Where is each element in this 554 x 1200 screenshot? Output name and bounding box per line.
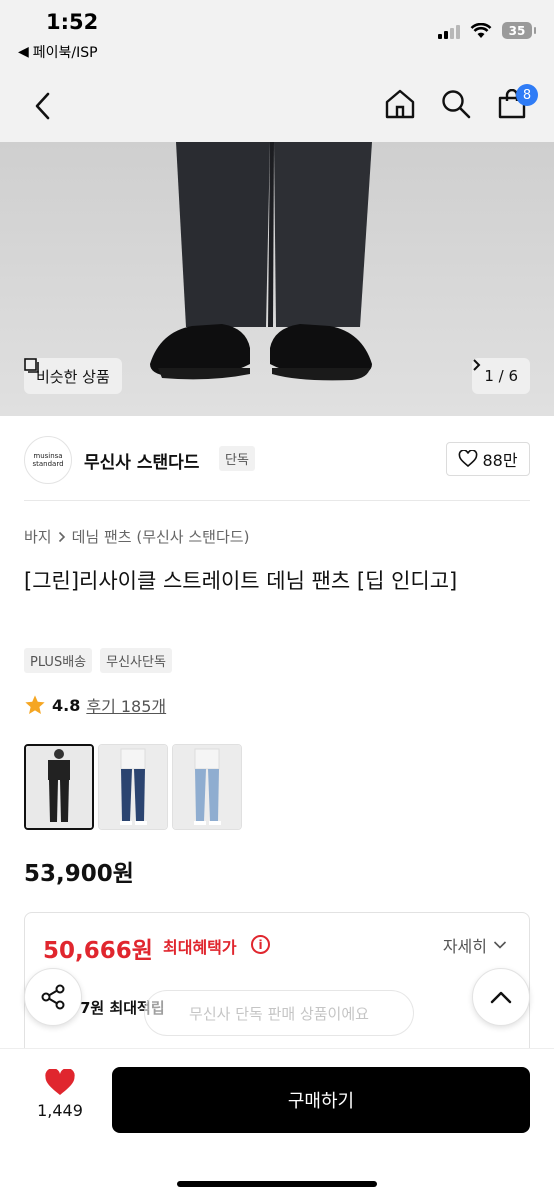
back-to-app-link[interactable]: ◀ 페이북/ISP <box>18 42 98 62</box>
wifi-icon <box>470 22 492 38</box>
chevron-right-icon <box>58 531 65 542</box>
search-button[interactable] <box>438 84 474 124</box>
color-option-light-blue[interactable] <box>172 744 242 830</box>
product-like-button[interactable]: 1,449 <box>24 1069 96 1120</box>
color-option-deep-indigo[interactable] <box>98 744 168 830</box>
chevron-right-icon <box>473 359 481 371</box>
brand-logo-line1: musinsa <box>33 451 63 460</box>
color-options <box>24 744 242 830</box>
max-benefit-price: 50,666원 <box>43 938 153 964</box>
back-icon <box>35 92 50 120</box>
image-page-indicator[interactable]: 1 / 6 <box>472 358 530 394</box>
back-button[interactable] <box>26 88 62 124</box>
max-benefit-label: 최대혜택가 <box>163 938 237 957</box>
rating-score: 4.8 <box>52 695 81 715</box>
color-option-black[interactable] <box>24 744 94 830</box>
breadcrumb-item-subcategory[interactable]: 데님 팬츠 (무신사 스탠다드) <box>72 526 250 547</box>
buy-button[interactable]: 구매하기 <box>112 1067 530 1133</box>
heart-outline-icon <box>459 450 478 468</box>
product-title: [그린]리사이클 스트레이트 데님 팬츠 [딥 인디고] <box>24 569 458 593</box>
top-navigation: 8 <box>0 70 554 142</box>
tag-plus-delivery: PLUS배송 <box>24 648 93 673</box>
product-tags: PLUS배송 무신사단독 <box>24 648 172 673</box>
share-button[interactable] <box>24 968 82 1026</box>
battery-level: 35 <box>508 23 526 38</box>
swatch-image <box>99 745 167 829</box>
swatch-image <box>26 746 92 828</box>
brand-name-link[interactable]: 무신사 스탠다드 <box>84 448 199 473</box>
similar-products-label: 비슷한 상품 <box>36 367 110 386</box>
brand-logo-line2: standard <box>32 460 64 468</box>
cart-button[interactable]: 8 <box>494 84 538 124</box>
product-price: 53,900원 <box>24 861 134 887</box>
similar-icon <box>24 358 39 373</box>
chevron-up-icon <box>490 991 512 1004</box>
divider <box>24 500 530 501</box>
rating-row: 4.8 후기 185개 <box>24 693 166 717</box>
page-indicator-text: 1 / 6 <box>484 367 518 385</box>
status-bar: 1:52 ◀ 페이북/ISP 35 <box>0 0 554 70</box>
swatch-image <box>173 745 241 829</box>
battery-icon: 35 <box>502 22 536 39</box>
brand-like-button[interactable]: 88만 <box>446 442 530 476</box>
home-indicator <box>177 1181 377 1187</box>
cart-count-badge: 8 <box>516 84 538 106</box>
home-icon <box>385 89 415 119</box>
brand-like-count: 88만 <box>482 451 518 470</box>
brand-exclusive-tag: 단독 <box>219 446 255 471</box>
info-icon[interactable]: i <box>251 935 270 954</box>
chevron-down-icon <box>493 941 507 949</box>
benefit-detail-label: 자세히 <box>442 937 487 956</box>
breadcrumb-item-category[interactable]: 바지 <box>24 526 52 547</box>
exclusive-toast: 무신사 단독 판매 상품이에요 <box>144 990 414 1036</box>
benefit-detail-button[interactable]: 자세히 <box>443 933 507 957</box>
review-count-link[interactable]: 후기 185개 <box>86 693 166 717</box>
max-benefit-box: 50,666원 최대혜택가 i 자세히 7원 최대적립 <box>24 912 530 1062</box>
home-button[interactable] <box>382 84 418 124</box>
back-triangle-icon: ◀ <box>18 44 29 60</box>
star-icon <box>25 695 45 714</box>
brand-logo[interactable]: musinsa standard <box>24 436 72 484</box>
search-icon <box>442 90 471 119</box>
scroll-top-button[interactable] <box>472 968 530 1026</box>
similar-products-button[interactable]: 비슷한 상품 <box>24 358 122 394</box>
back-app-label: 페이북/ISP <box>32 45 98 61</box>
tag-musinsa-exclusive: 무신사단독 <box>100 648 172 673</box>
product-image-gallery[interactable]: 비슷한 상품 1 / 6 <box>0 142 554 416</box>
brand-row: musinsa standard 무신사 스탠다드 단독 88만 <box>24 432 530 488</box>
heart-filled-icon <box>45 1069 75 1095</box>
bottom-action-bar: 1,449 구매하기 <box>0 1048 554 1200</box>
product-like-count: 1,449 <box>37 1101 83 1120</box>
share-icon <box>41 984 65 1010</box>
signal-icon <box>438 23 460 39</box>
breadcrumb: 바지 데님 팬츠 (무신사 스탠다드) <box>24 526 249 547</box>
status-time: 1:52 <box>46 10 99 34</box>
